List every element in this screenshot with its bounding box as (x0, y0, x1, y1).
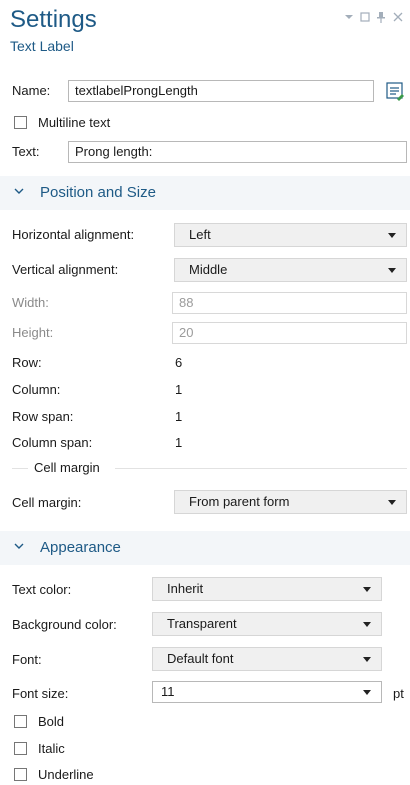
text-color-select[interactable]: Inherit (152, 577, 382, 601)
background-color-value: Transparent (167, 616, 237, 631)
background-color-label: Background color: (12, 617, 117, 632)
font-value: Default font (167, 651, 234, 666)
close-icon[interactable] (393, 12, 403, 25)
column-value: 1 (175, 382, 183, 397)
text-color-label: Text color: (12, 582, 72, 597)
italic-label: Italic (38, 741, 65, 756)
chevron-down-icon (14, 188, 24, 195)
group-divider (115, 468, 407, 469)
multiline-checkbox[interactable] (14, 116, 27, 129)
position-size-title: Position and Size (40, 184, 156, 201)
dropdown-caret-icon (388, 500, 396, 505)
background-color-select[interactable]: Transparent (152, 612, 382, 636)
pin-icon[interactable] (377, 12, 385, 26)
underline-checkbox[interactable] (14, 768, 27, 781)
height-label: Height: (12, 325, 54, 340)
chevron-down-icon[interactable] (344, 12, 354, 24)
font-select[interactable]: Default font (152, 647, 382, 671)
appearance-title: Appearance (40, 539, 121, 556)
horizontal-alignment-label: Horizontal alignment: (12, 227, 135, 242)
dropdown-caret-icon (363, 622, 371, 627)
vertical-alignment-value: Middle (189, 262, 228, 277)
dropdown-caret-icon (363, 657, 371, 662)
bold-checkbox[interactable] (14, 715, 27, 728)
text-color-value: Inherit (167, 581, 204, 596)
edit-form-icon[interactable] (384, 80, 406, 102)
row-value: 6 (175, 355, 183, 370)
chevron-down-icon (14, 543, 24, 550)
font-size-unit: pt (393, 686, 404, 701)
text-input[interactable]: Prong length: (68, 141, 407, 163)
font-label: Font: (12, 652, 42, 667)
maximize-icon[interactable] (360, 12, 370, 25)
dropdown-caret-icon (388, 268, 396, 273)
italic-checkbox[interactable] (14, 742, 27, 755)
font-size-combobox[interactable]: 11 (152, 681, 382, 703)
column-label: Column: (12, 382, 61, 397)
dropdown-caret-icon[interactable] (363, 690, 371, 695)
dropdown-caret-icon (388, 233, 396, 238)
multiline-label: Multiline text (38, 115, 111, 130)
cell-margin-select[interactable]: From parent form (174, 490, 407, 514)
dropdown-caret-icon (363, 587, 371, 592)
width-input[interactable]: 88 (172, 292, 407, 314)
row-label: Row: (12, 355, 42, 370)
underline-label: Underline (38, 767, 94, 782)
appearance-section-header[interactable]: Appearance (0, 531, 410, 565)
settings-subtitle: Text Label (10, 38, 74, 54)
cell-margin-value: From parent form (189, 494, 290, 509)
vertical-alignment-select[interactable]: Middle (174, 258, 407, 282)
column-span-value: 1 (175, 435, 183, 450)
name-label: Name: (12, 83, 51, 98)
group-divider (12, 468, 28, 469)
row-span-label: Row span: (12, 409, 74, 424)
vertical-alignment-label: Vertical alignment: (12, 262, 119, 277)
position-size-section-header[interactable]: Position and Size (0, 176, 410, 210)
cell-margin-label: Cell margin: (12, 495, 82, 510)
height-input[interactable]: 20 (172, 322, 407, 344)
text-label: Text: (12, 144, 40, 159)
settings-title: Settings (10, 6, 97, 33)
width-label: Width: (12, 295, 49, 310)
font-size-label: Font size: (12, 686, 69, 701)
horizontal-alignment-value: Left (189, 227, 211, 242)
cell-margin-group-title: Cell margin (34, 460, 100, 475)
horizontal-alignment-select[interactable]: Left (174, 223, 407, 247)
name-input[interactable]: textlabelProngLength (68, 80, 374, 102)
bold-label: Bold (38, 714, 65, 729)
row-span-value: 1 (175, 409, 183, 424)
column-span-label: Column span: (12, 435, 93, 450)
font-size-value: 11 (161, 684, 175, 699)
